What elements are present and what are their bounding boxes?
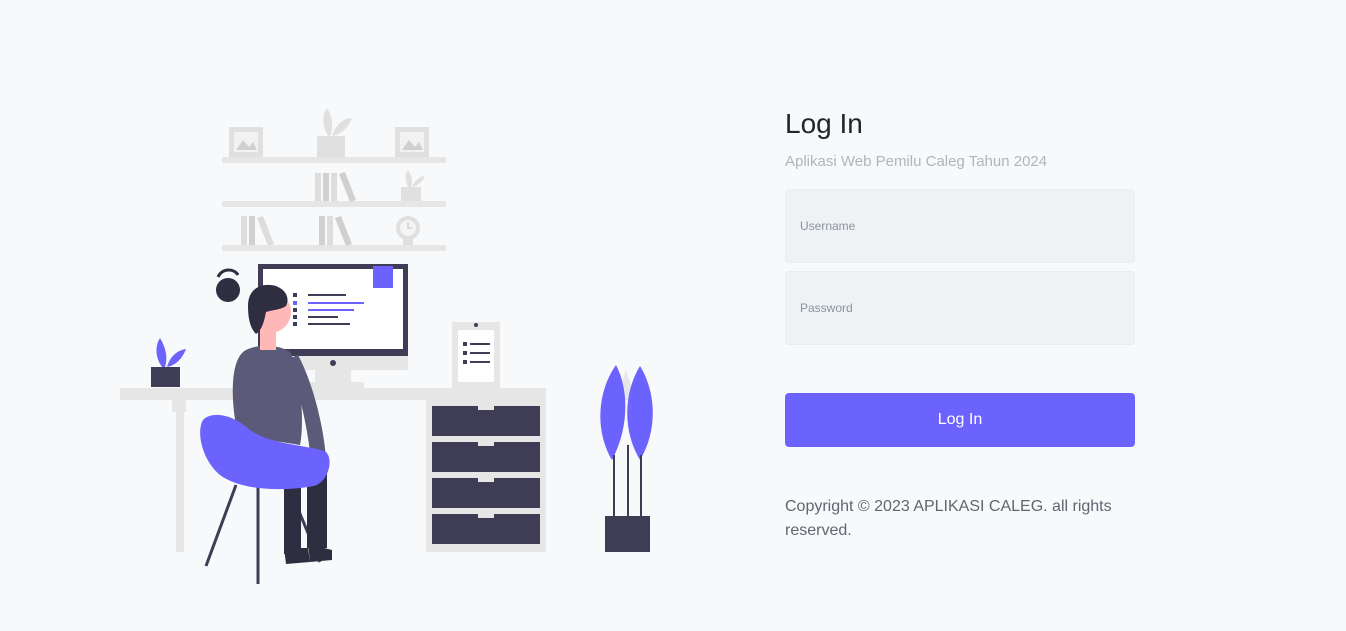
bookshelf bbox=[222, 108, 446, 251]
login-panel: Log In Aplikasi Web Pemilu Caleg Tahun 2… bbox=[785, 108, 1135, 543]
floor-plant bbox=[600, 365, 653, 552]
login-button[interactable]: Log In bbox=[785, 393, 1135, 447]
desk-plant bbox=[151, 338, 186, 387]
username-field[interactable] bbox=[785, 189, 1135, 263]
password-input[interactable] bbox=[786, 272, 1134, 344]
username-input[interactable] bbox=[786, 190, 1134, 262]
desk bbox=[120, 388, 546, 552]
page-subtitle: Aplikasi Web Pemilu Caleg Tahun 2024 bbox=[785, 153, 1048, 170]
woman-at-desk-illustration bbox=[120, 108, 653, 584]
copyright-text: Copyright © 2023 APLIKASI CALEG. all rig… bbox=[785, 498, 1112, 539]
clipboard bbox=[452, 322, 500, 388]
password-field[interactable] bbox=[785, 271, 1135, 345]
page-title: Log In bbox=[785, 108, 863, 139]
login-page: Log In Aplikasi Web Pemilu Caleg Tahun 2… bbox=[0, 0, 1346, 631]
